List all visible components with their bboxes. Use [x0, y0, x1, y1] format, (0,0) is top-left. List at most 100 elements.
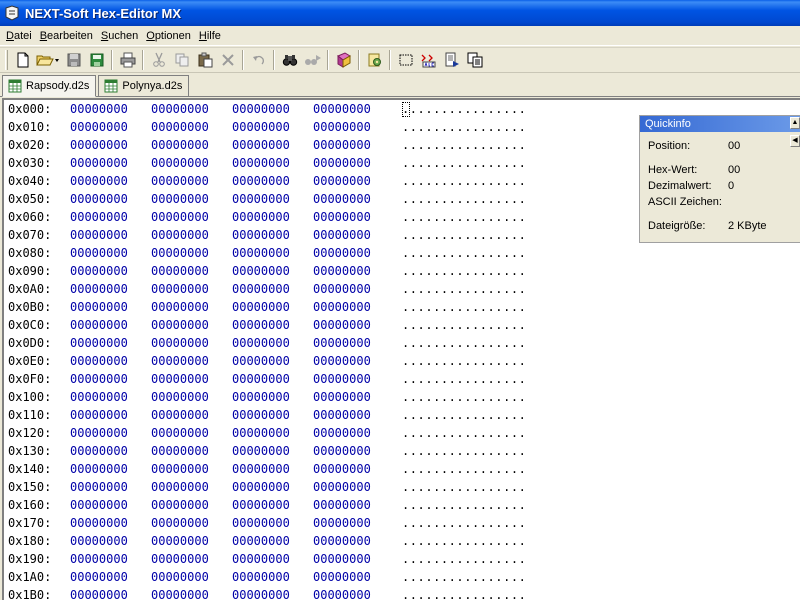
new-file-button[interactable]	[11, 49, 34, 71]
hex-byte-group[interactable]: 00000000	[70, 298, 151, 316]
hex-byte-group[interactable]: 00000000	[151, 406, 232, 424]
hex-byte-group[interactable]: 00000000	[70, 172, 151, 190]
ascii-column[interactable]: ................	[402, 370, 526, 388]
scroll-up-icon[interactable]: ▲	[790, 117, 800, 129]
hex-byte-group[interactable]: 00000000	[70, 100, 151, 118]
hex-byte-group[interactable]: 00000000	[70, 118, 151, 136]
hex-row[interactable]: 0x050: 00000000 00000000 00000000 00000000..…	[8, 190, 526, 208]
hex-byte-group[interactable]: 00000000	[313, 352, 394, 370]
hex-row[interactable]: 0x120: 00000000 00000000 00000000 00000000..…	[8, 424, 526, 442]
hex-byte-group[interactable]: 00000000	[232, 118, 313, 136]
hex-byte-group[interactable]: 00000000	[151, 586, 232, 600]
paste-button[interactable]	[193, 49, 216, 71]
hex-byte-group[interactable]: 00000000	[232, 388, 313, 406]
hex-byte-group[interactable]: 00000000	[151, 316, 232, 334]
hex-row[interactable]: 0x180: 00000000 00000000 00000000 00000000..…	[8, 532, 526, 550]
ascii-column[interactable]: ................	[402, 262, 526, 280]
hex-byte-group[interactable]: 00000000	[70, 136, 151, 154]
hex-byte-group[interactable]: 00000000	[313, 370, 394, 388]
hex-row[interactable]: 0x040: 00000000 00000000 00000000 00000000..…	[8, 172, 526, 190]
hex-byte-group[interactable]: 00000000	[313, 514, 394, 532]
ascii-column[interactable]: ................	[402, 550, 526, 568]
ascii-column[interactable]: ................	[402, 190, 526, 208]
hex-byte-group[interactable]: 00000000	[70, 532, 151, 550]
scroll-left-icon[interactable]: ◀	[790, 135, 800, 147]
ascii-column[interactable]: ................	[402, 280, 526, 298]
hex-byte-group[interactable]: 00000000	[151, 532, 232, 550]
ascii-column[interactable]: ................	[402, 208, 526, 226]
ascii-column[interactable]: ................	[402, 298, 526, 316]
hex-byte-group[interactable]: 00000000	[151, 568, 232, 586]
hex-byte-group[interactable]: 00000000	[313, 172, 394, 190]
menu-datei[interactable]: Datei	[2, 27, 36, 45]
hex-byte-group[interactable]: 00000000	[151, 208, 232, 226]
ascii-column[interactable]: ................	[402, 388, 526, 406]
find-button[interactable]	[278, 49, 301, 71]
delete-button[interactable]	[216, 49, 239, 71]
hex-row[interactable]: 0x0F0: 00000000 00000000 00000000 00000000..…	[8, 370, 526, 388]
hex-byte-group[interactable]: 00000000	[70, 388, 151, 406]
ascii-column[interactable]: ................	[402, 136, 526, 154]
cut-button[interactable]	[147, 49, 170, 71]
menu-optionen[interactable]: Optionen	[142, 27, 195, 45]
hex-byte-group[interactable]: 00000000	[151, 190, 232, 208]
hex-row[interactable]: 0x170: 00000000 00000000 00000000 00000000..…	[8, 514, 526, 532]
hex-row[interactable]: 0x060: 00000000 00000000 00000000 00000000..…	[8, 208, 526, 226]
hex-byte-group[interactable]: 00000000	[313, 388, 394, 406]
ascii-column[interactable]: ................	[402, 226, 526, 244]
hex-byte-group[interactable]: 00000000	[70, 208, 151, 226]
hex-byte-group[interactable]: 00000000	[232, 316, 313, 334]
hex-row[interactable]: 0x020: 00000000 00000000 00000000 00000000..…	[8, 136, 526, 154]
hex-row[interactable]: 0x010: 00000000 00000000 00000000 00000000..…	[8, 118, 526, 136]
tab-polynya[interactable]: Polynya.d2s	[98, 75, 190, 96]
hex-row[interactable]: 0x110: 00000000 00000000 00000000 00000000..…	[8, 406, 526, 424]
hex-byte-group[interactable]: 00000000	[232, 208, 313, 226]
toolbar-grip[interactable]	[5, 50, 8, 70]
hex-row[interactable]: 0x000: 00000000 00000000 00000000 00000000..…	[8, 100, 526, 118]
find-next-button[interactable]	[301, 49, 324, 71]
ascii-column[interactable]: ................	[402, 568, 526, 586]
hex-byte-group[interactable]: 00000000	[313, 190, 394, 208]
hex-byte-group[interactable]: 00000000	[313, 208, 394, 226]
ascii-column[interactable]: ................	[402, 532, 526, 550]
menu-bearbeiten[interactable]: Bearbeiten	[36, 27, 97, 45]
hex-byte-group[interactable]: 00000000	[151, 478, 232, 496]
hex-byte-group[interactable]: 00000000	[70, 154, 151, 172]
hex-row[interactable]: 0x090: 00000000 00000000 00000000 00000000..…	[8, 262, 526, 280]
hex-byte-group[interactable]: 00000000	[232, 226, 313, 244]
hex-byte-group[interactable]: 00000000	[232, 532, 313, 550]
hex-byte-group[interactable]: 00000000	[70, 190, 151, 208]
hex-byte-group[interactable]: 00000000	[70, 514, 151, 532]
hex-byte-group[interactable]: 00000000	[70, 424, 151, 442]
ascii-column[interactable]: ................	[402, 118, 526, 136]
hex-row[interactable]: 0x140: 00000000 00000000 00000000 00000000..…	[8, 460, 526, 478]
hex-byte-group[interactable]: 00000000	[70, 586, 151, 600]
hex-byte-group[interactable]: 00000000	[313, 136, 394, 154]
hex-byte-group[interactable]: 00000000	[151, 496, 232, 514]
hex-byte-group[interactable]: 00000000	[313, 226, 394, 244]
hex-byte-group[interactable]: 00000000	[70, 226, 151, 244]
hex-byte-group[interactable]: 00000000	[313, 406, 394, 424]
hex-byte-group[interactable]: 00000000	[151, 424, 232, 442]
hex-row[interactable]: 0x0A0: 00000000 00000000 00000000 00000000..…	[8, 280, 526, 298]
hex-byte-group[interactable]: 00000000	[70, 334, 151, 352]
hex-row[interactable]: 0x1A0: 00000000 00000000 00000000 00000000..…	[8, 568, 526, 586]
hex-row[interactable]: 0x150: 00000000 00000000 00000000 00000000..…	[8, 478, 526, 496]
hex-byte-group[interactable]: 00000000	[151, 388, 232, 406]
hex-byte-group[interactable]: 00000000	[313, 334, 394, 352]
hex-byte-group[interactable]: 00000000	[70, 370, 151, 388]
hex-byte-group[interactable]: 00000000	[313, 118, 394, 136]
hex-byte-group[interactable]: 00000000	[313, 496, 394, 514]
hex-byte-group[interactable]: 00000000	[232, 298, 313, 316]
hex-byte-group[interactable]: 00000000	[232, 244, 313, 262]
hex-byte-group[interactable]: 00000000	[151, 244, 232, 262]
ascii-column[interactable]: ................	[402, 478, 526, 496]
hex-byte-group[interactable]: 00000000	[151, 262, 232, 280]
hex-byte-group[interactable]: 00000000	[232, 406, 313, 424]
hex-byte-group[interactable]: 00000000	[151, 226, 232, 244]
tab-rapsody[interactable]: Rapsody.d2s	[2, 75, 97, 97]
hex-byte-group[interactable]: 00000000	[232, 262, 313, 280]
hex-byte-group[interactable]: 00000000	[232, 514, 313, 532]
bookmark-button[interactable]	[332, 49, 355, 71]
hex-byte-group[interactable]: 00000000	[313, 460, 394, 478]
